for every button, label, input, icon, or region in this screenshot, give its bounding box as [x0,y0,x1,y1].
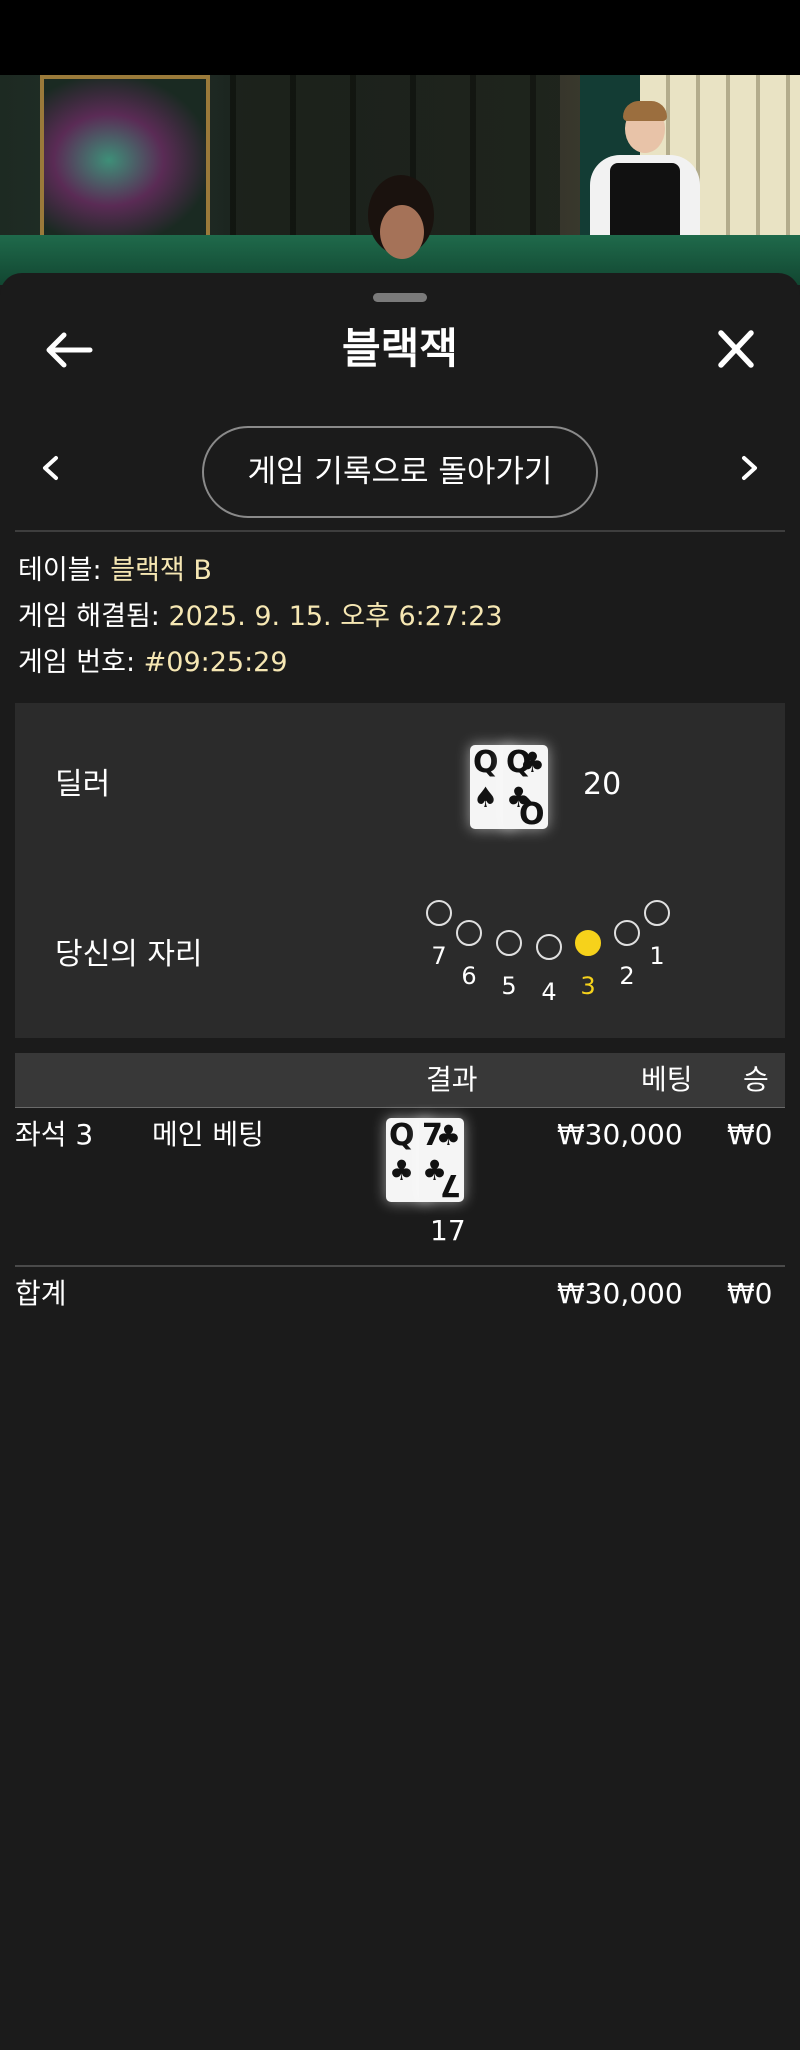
video-dealer [590,101,700,235]
seat-number: 1 [649,942,665,970]
seat-number-active: 3 [580,972,596,1000]
card-rank: Q [389,1118,415,1153]
player-score: 17 [430,1214,466,1247]
resolved-info-value: 2025. 9. 15. 오후 6:27:23 [168,601,503,632]
seat-number: 2 [619,962,635,990]
seat-number: 4 [541,978,557,1006]
dealer-score: 20 [583,767,622,802]
seat-number: 5 [501,972,517,1000]
close-button[interactable] [708,325,764,375]
seat-4-indicator [536,934,562,960]
dealer-cards: Q ♠ Q ♣ ♣ Q [470,741,574,833]
dealer-panel: 딜러 Q ♠ Q ♣ ♣ Q 20 당신의 자리 7 6 5 4 3 2 1 [15,703,785,1038]
game-number-label: 게임 번호: [18,647,136,678]
row-bet-amount: ₩30,000 [557,1118,683,1151]
resolved-info: 게임 해결됨: 2025. 9. 15. 오후 6:27:23 [18,597,503,637]
player-cards: Q ♣ 7 ♣ ♣ 7 [386,1116,486,1208]
row-bet-type: 메인 베팅 [152,1118,264,1151]
table-info-value: 블랙잭 B [110,555,212,586]
row-seat: 좌석 3 [15,1118,94,1151]
arrow-left-icon [46,332,93,368]
previous-game-button[interactable] [32,443,68,493]
game-number-value: #09:25:29 [143,647,288,678]
back-button[interactable] [40,325,96,375]
card-suit-corner: ♣ [435,1119,461,1152]
column-bet: 베팅 [641,1063,693,1096]
card-rank: Q [473,745,499,780]
video-person [350,175,450,285]
resolved-info-label: 게임 해결됨: [18,601,160,632]
dealer-label: 딜러 [55,767,111,802]
sheet-grabber[interactable] [373,293,427,302]
total-label: 합계 [15,1277,67,1310]
header-divider [15,530,785,532]
chevron-right-icon [742,456,757,480]
row-divider [15,1265,785,1267]
seat-1-indicator [644,900,670,926]
seat-3-indicator [575,930,601,956]
seat-number: 6 [461,962,477,990]
column-result: 결과 [426,1063,478,1096]
seat-number: 7 [431,942,447,970]
card-suit: ♣ [389,1154,415,1187]
results-table-header: 결과 베팅 승 [15,1053,785,1107]
live-video-stream [0,75,800,285]
total-bet-amount: ₩30,000 [557,1277,683,1310]
game-detail-sheet: 블랙잭 게임 기록으로 돌아가기 테이블: 블랙잭 B 게임 해결됨: 2025… [0,273,800,2050]
table-info-label: 테이블: [18,555,102,586]
card-rank-inverted: 7 [440,1167,461,1202]
card-suit-corner: ♣ [519,746,545,779]
table-info: 테이블: 블랙잭 B [18,551,212,591]
table-header-line [15,1107,785,1108]
your-seat-label: 당신의 자리 [55,937,203,972]
card-suit: ♠ [473,781,499,814]
game-number-info: 게임 번호: #09:25:29 [18,643,288,683]
next-game-button[interactable] [732,443,768,493]
column-win: 승 [743,1063,769,1096]
seat-5-indicator [496,930,522,956]
seat-2-indicator [614,920,640,946]
back-to-history-button[interactable]: 게임 기록으로 돌아가기 [202,426,598,518]
playing-card: Q ♣ ♣ Q [503,745,548,829]
playing-card: 7 ♣ ♣ 7 [419,1118,464,1202]
card-rank-inverted: Q [519,794,545,829]
page-title: 블랙잭 [342,324,458,373]
total-win-amount: ₩0 [727,1277,773,1310]
seat-7-indicator [426,900,452,926]
video-painting [40,75,210,245]
status-bar [0,0,800,75]
row-win-amount: ₩0 [727,1118,773,1151]
close-icon [718,330,754,368]
seat-6-indicator [456,920,482,946]
chevron-left-icon [43,456,58,480]
